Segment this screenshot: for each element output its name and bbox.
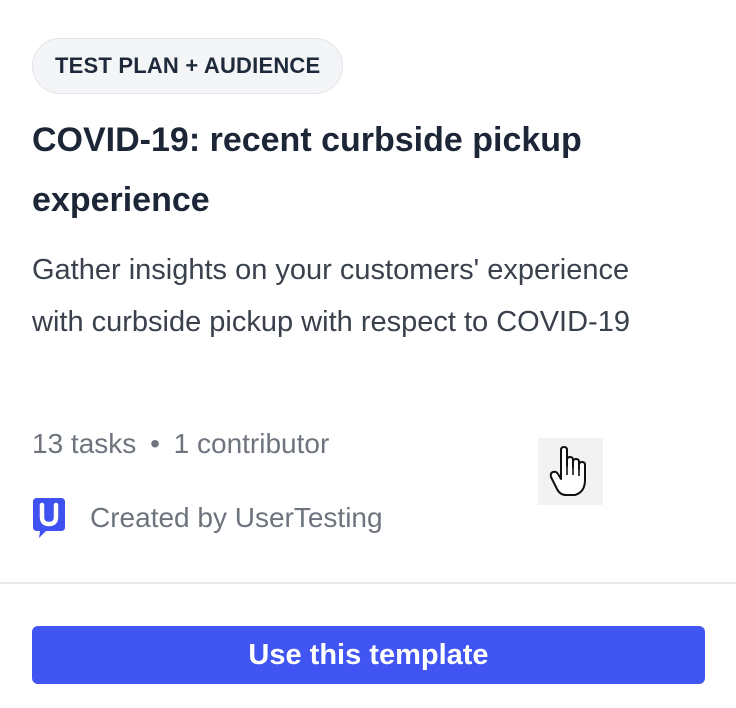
creator-label: Created by UserTesting [90, 502, 383, 533]
usertesting-logo-icon [33, 498, 65, 538]
template-type-badge: TEST PLAN + AUDIENCE [32, 38, 344, 94]
template-description: Gather insights on your customers' exper… [32, 254, 630, 338]
contributor-count: 1 contributor [173, 428, 330, 459]
mouse-cursor [538, 438, 603, 505]
template-meta: 13 tasks • 1 contributor [32, 422, 329, 466]
meta-separator: • [150, 428, 160, 459]
use-template-button[interactable]: Use this template [32, 626, 705, 684]
template-card[interactable]: TEST PLAN + AUDIENCE COVID-19: recent cu… [0, 0, 736, 708]
task-count: 13 tasks [32, 428, 137, 459]
hand-pointer-icon [549, 446, 586, 496]
card-divider [0, 582, 736, 584]
creator-row: Created by UserTesting [32, 496, 383, 540]
template-title[interactable]: COVID-19: recent curbside pickup experie… [32, 110, 692, 230]
